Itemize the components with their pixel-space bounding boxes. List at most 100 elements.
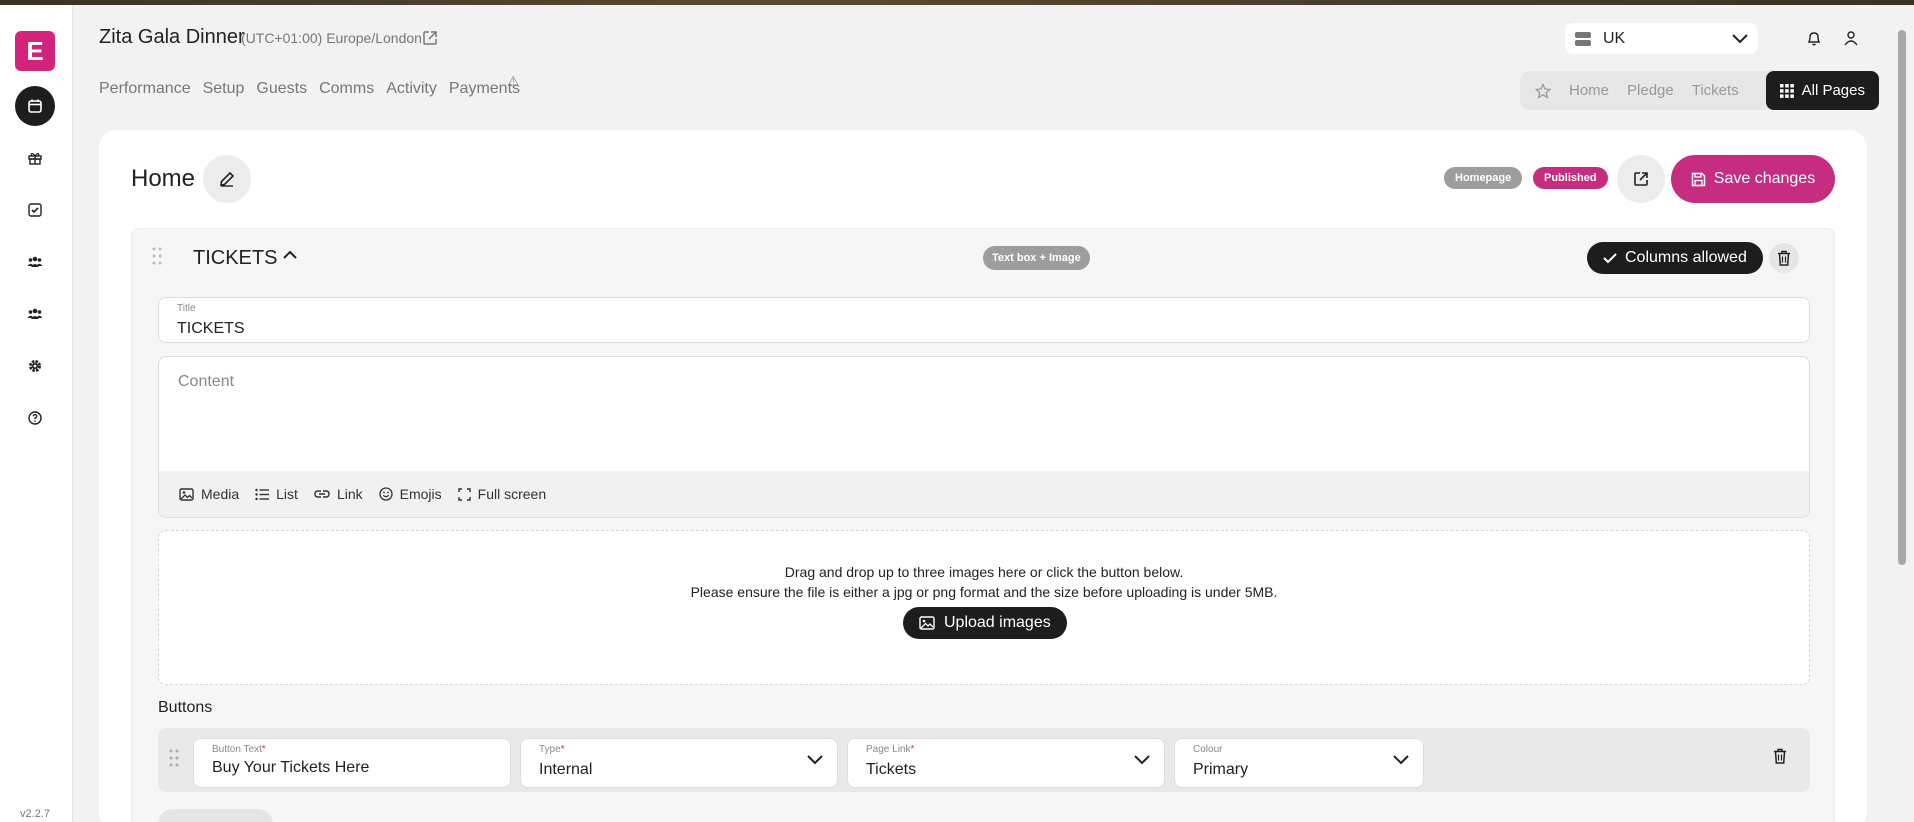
open-page-button[interactable] <box>1617 155 1665 203</box>
chevron-up-icon[interactable] <box>282 249 298 261</box>
image-dropzone[interactable]: Drag and drop up to three images here or… <box>158 530 1810 685</box>
fullscreen-label: Full screen <box>477 486 547 502</box>
image-icon <box>179 487 194 501</box>
columns-allowed-label: Columns allowed <box>1625 249 1747 266</box>
page-link-label: Page Link <box>866 744 911 755</box>
button-text-label: Button Text <box>212 744 262 755</box>
media-button[interactable]: Media <box>179 486 239 502</box>
sidebar-item-events[interactable] <box>15 86 55 126</box>
region-value: UK <box>1603 29 1626 47</box>
type-label: Type <box>539 744 561 755</box>
fullscreen-icon <box>457 487 471 501</box>
all-pages-label: All Pages <box>1801 82 1865 99</box>
trash-icon <box>1778 250 1790 266</box>
tickets-section: TICKETS Text box + Image Columns allowed… <box>131 228 1835 822</box>
sidebar: E v2.2.7 <box>0 5 73 822</box>
gift-icon <box>28 153 42 165</box>
list-button[interactable]: List <box>255 486 298 502</box>
upload-images-button[interactable]: Upload images <box>903 607 1067 639</box>
chevron-down-icon <box>1134 755 1150 765</box>
checkbox-icon <box>28 203 42 217</box>
type-value: Internal <box>539 761 593 778</box>
nav-setup[interactable]: Setup <box>203 80 245 98</box>
page-tabs: Home Pledge Tickets All Pages <box>1520 71 1879 110</box>
top-accent-bar <box>0 0 1914 5</box>
page-link-select[interactable]: Page Link* Tickets <box>847 738 1165 788</box>
drag-handle-icon[interactable] <box>169 748 179 768</box>
nav-performance[interactable]: Performance <box>99 80 191 98</box>
page-title: Home <box>131 165 196 192</box>
sidebar-item-gifts[interactable] <box>15 138 55 178</box>
grid-icon <box>1779 83 1794 98</box>
sidebar-item-groups[interactable] <box>15 242 55 282</box>
trash-icon[interactable] <box>1773 748 1787 764</box>
event-timezone: (UTC+01:00) Europe/London <box>241 30 422 46</box>
all-pages-button[interactable]: All Pages <box>1765 71 1879 110</box>
bell-icon[interactable] <box>1806 30 1822 46</box>
title-field-label: Title <box>177 303 196 314</box>
content-editor[interactable]: Content Media List Link Emojis Full scre… <box>158 356 1810 518</box>
calendar-icon <box>28 99 42 113</box>
sidebar-item-settings[interactable] <box>15 346 55 386</box>
nav-comms[interactable]: Comms <box>319 80 374 98</box>
sidebar-item-tasks[interactable] <box>15 190 55 230</box>
page-tab-tickets[interactable]: Tickets <box>1692 82 1739 99</box>
warning-icon: ⚠ <box>507 73 520 89</box>
check-icon <box>1603 253 1617 264</box>
region-select[interactable]: UK <box>1565 23 1758 54</box>
page-editor-card: Home Homepage Published Save changes TIC… <box>99 130 1867 822</box>
link-button[interactable]: Link <box>314 486 363 502</box>
app-logo[interactable]: E <box>15 31 55 71</box>
emojis-button[interactable]: Emojis <box>378 486 442 502</box>
published-badge: Published <box>1533 167 1608 189</box>
pencil-icon <box>220 171 235 187</box>
save-icon <box>1691 172 1706 186</box>
chevron-down-icon <box>1732 33 1748 43</box>
scrollbar-thumb[interactable] <box>1898 30 1906 565</box>
page-link-value: Tickets <box>866 761 917 778</box>
nav-guests[interactable]: Guests <box>256 80 307 98</box>
content-placeholder: Content <box>178 373 235 390</box>
save-changes-label: Save changes <box>1713 170 1816 187</box>
gear-icon <box>29 360 41 372</box>
upload-images-label: Upload images <box>944 614 1051 631</box>
group-icon <box>27 256 43 267</box>
sidebar-item-users[interactable] <box>15 294 55 334</box>
section-title: TICKETS <box>193 247 278 269</box>
columns-allowed-button[interactable]: Columns allowed <box>1587 242 1763 274</box>
smiley-icon <box>378 487 393 501</box>
users-icon <box>27 308 43 319</box>
nav-activity[interactable]: Activity <box>386 80 437 98</box>
editor-toolbar: Media List Link Emojis Full screen <box>159 471 1809 517</box>
sidebar-item-help[interactable] <box>15 398 55 438</box>
event-title: Zita Gala Dinner <box>99 26 245 48</box>
section-type-badge: Text box + Image <box>983 246 1090 270</box>
required-marker: * <box>560 744 565 755</box>
title-field-value: TICKETS <box>177 320 245 337</box>
type-select[interactable]: Type* Internal <box>520 738 838 788</box>
delete-section-button[interactable] <box>1769 243 1799 273</box>
title-field[interactable]: Title TICKETS <box>158 297 1810 343</box>
add-button-button[interactable] <box>158 809 273 822</box>
page-tab-home[interactable]: Home <box>1569 82 1609 99</box>
external-link-icon <box>1634 172 1648 186</box>
external-link-icon[interactable] <box>421 29 439 47</box>
star-icon[interactable] <box>1535 82 1551 99</box>
page-scrollbar[interactable] <box>1896 12 1908 822</box>
drag-handle-icon[interactable] <box>152 246 162 266</box>
server-icon <box>1575 31 1591 46</box>
chevron-down-icon <box>1393 755 1409 765</box>
fullscreen-button[interactable]: Full screen <box>457 486 547 502</box>
page-tab-pledge[interactable]: Pledge <box>1627 82 1674 99</box>
edit-title-button[interactable] <box>203 155 251 203</box>
colour-value: Primary <box>1193 761 1249 778</box>
save-changes-button[interactable]: Save changes <box>1671 155 1835 203</box>
button-text-value: Buy Your Tickets Here <box>212 759 370 776</box>
button-text-field[interactable]: Button Text* Buy Your Tickets Here <box>193 738 511 788</box>
colour-select[interactable]: Colour Primary <box>1174 738 1424 788</box>
event-nav: Performance Setup Guests Comms Activity … <box>99 80 520 98</box>
dropzone-instructions: Drag and drop up to three images here or… <box>784 564 1184 580</box>
colour-label: Colour <box>1193 744 1223 755</box>
user-icon[interactable] <box>1843 30 1859 46</box>
buttons-heading: Buttons <box>158 699 213 716</box>
